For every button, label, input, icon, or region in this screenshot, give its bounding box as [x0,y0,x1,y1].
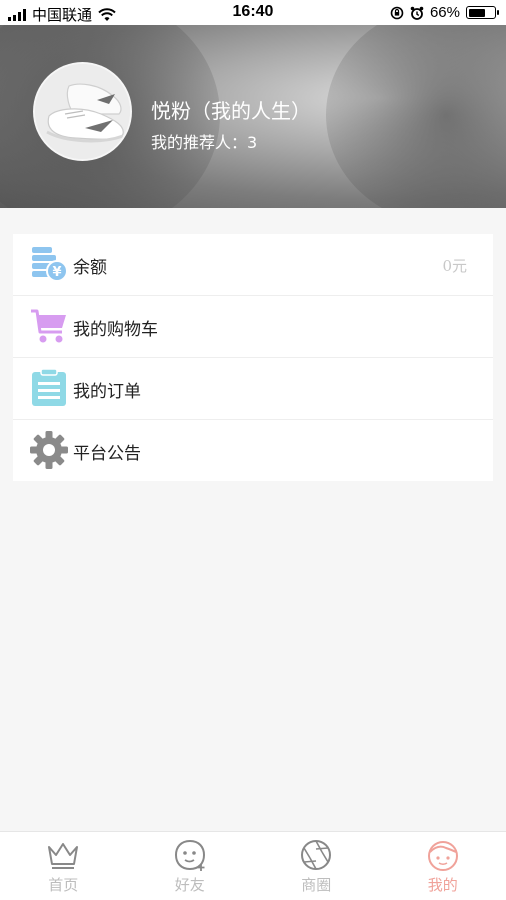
menu-item-balance[interactable]: ¥ 余额 0元 [13,234,493,296]
gear-icon [30,431,68,469]
shopping-cart-icon [31,309,66,343]
tab-label-home: 首页 [48,876,79,894]
alarm-icon [410,6,424,20]
battery-percent: 66% [429,4,460,21]
user-name: 悦粉（我的人生） [151,99,311,123]
menu-item-announcements[interactable]: 平台公告 [13,420,493,481]
menu-label-cart: 我的购物车 [73,320,158,340]
rotation-lock-icon [390,6,404,19]
profile-face-icon [427,841,458,871]
account-menu: ¥ 余额 0元 我的购物车 我的订单 平台公告 [13,234,493,481]
battery-icon [466,6,499,19]
avatar[interactable] [33,62,132,161]
svg-text:¥: ¥ [52,265,61,280]
sneaker-image [35,64,130,159]
tab-label-mine: 我的 [427,876,458,894]
aperture-icon [301,840,332,870]
tab-label-friends: 好友 [174,876,205,894]
menu-item-cart[interactable]: 我的购物车 [13,296,493,358]
crown-icon [48,843,79,869]
menu-item-orders[interactable]: 我的订单 [13,358,493,420]
referrer-info: 我的推荐人：3 [151,133,258,152]
menu-label-announcements: 平台公告 [73,444,141,464]
balance-value: 0元 [442,257,467,275]
status-bar: 中国联通 16:40 66% [0,0,506,25]
menu-label-orders: 我的订单 [73,382,141,402]
tab-home[interactable]: 首页 [0,832,127,900]
tab-mine[interactable]: 我的 [380,832,506,900]
status-right: 66% [390,4,499,21]
order-clipboard-icon [32,368,66,406]
tab-label-business: 商圈 [301,876,332,894]
tab-friends[interactable]: 好友 [127,832,254,900]
profile-header: 悦粉（我的人生） 我的推荐人：3 [0,25,506,208]
friend-face-icon [174,839,205,871]
tab-business[interactable]: 商圈 [253,832,380,900]
menu-label-balance: 余额 [73,258,107,278]
balance-coins-icon: ¥ [32,247,68,282]
tab-bar: 首页 好友 商圈 我的 [0,831,506,900]
